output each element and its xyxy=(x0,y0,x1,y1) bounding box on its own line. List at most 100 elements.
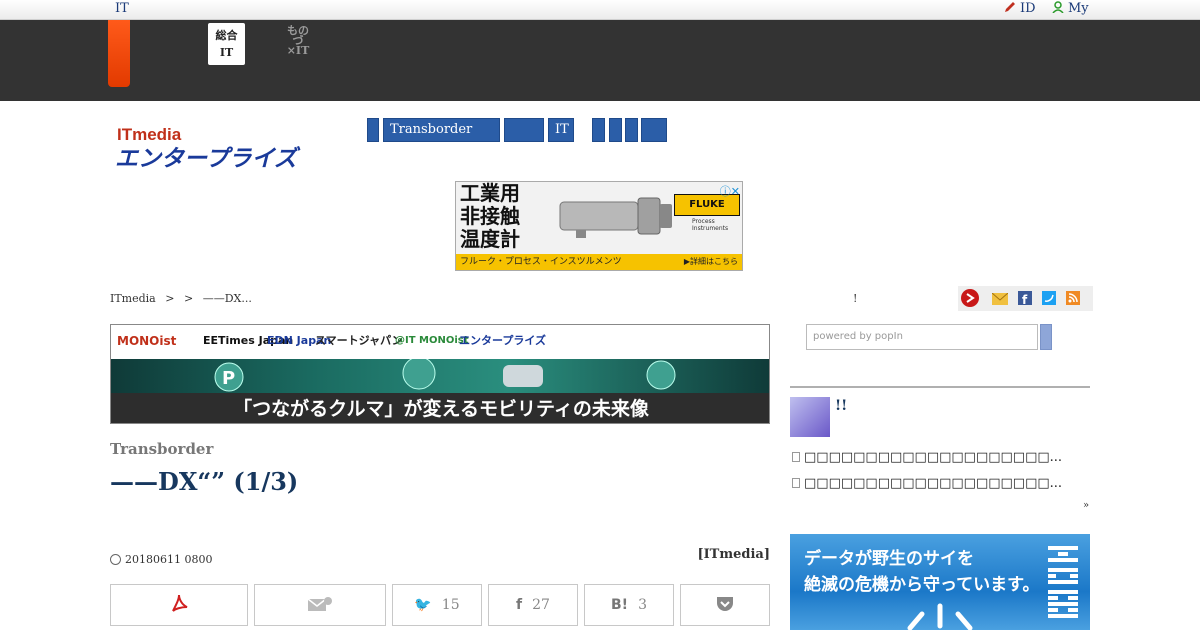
nav-item-5[interactable] xyxy=(592,118,605,142)
ad-banner-fluke[interactable]: 工業用 非接触 温度計 FLUKE Process Instruments ⓘ✕… xyxy=(455,181,743,271)
document-icon xyxy=(792,478,800,488)
pocket-button[interactable] xyxy=(680,584,770,626)
pub-atmark-it: @IT MONOist xyxy=(395,335,469,346)
publication-logos: MONOist EETimes Japan EDN Japan スマートジャパン… xyxy=(111,325,769,359)
mail-share-button[interactable] xyxy=(254,584,386,626)
ibm-ad-line2: 絶滅の危機から守っています。 xyxy=(804,575,1040,595)
my-link-label: My xyxy=(1068,1,1089,16)
facebook-follow-icon[interactable]: f xyxy=(1018,291,1032,305)
twitter-icon: 🐦 xyxy=(414,597,432,613)
twitter-share-button[interactable]: 🐦 15 xyxy=(392,584,482,626)
ad-more-button[interactable]: ▶詳細はこちら xyxy=(684,256,738,268)
newsletter-mail-icon xyxy=(790,397,830,437)
adchoice-icon[interactable]: ⓘ✕ xyxy=(720,183,740,199)
article-title: ——DX“” (1/3) xyxy=(110,467,299,496)
site-tab-sogo-line1: 総合 xyxy=(215,29,238,42)
hatena-bookmark-button[interactable]: B! 3 xyxy=(584,584,674,626)
site-tab-monozukuri-line2: ×IT xyxy=(286,44,310,57)
ad-heading: 工業用 非接触 温度計 xyxy=(460,182,520,251)
breadcrumb: ITmedia > > ——DX... xyxy=(110,292,258,305)
id-link[interactable]: ID xyxy=(1004,1,1036,16)
logo-enterprise-text: エンタープライズ xyxy=(115,145,301,170)
top-utility-bar: IT ID My xyxy=(0,0,1200,20)
pub-monoist: MONOist xyxy=(117,334,177,348)
breadcrumb-current: ——DX... xyxy=(202,292,252,305)
sidebar-more-link[interactable]: » xyxy=(1083,500,1089,511)
breadcrumb-home[interactable]: ITmedia xyxy=(110,292,156,305)
pocket-icon xyxy=(717,597,733,611)
hatena-count: 3 xyxy=(638,597,647,613)
pdf-button[interactable] xyxy=(110,584,248,626)
scene-graphic: P xyxy=(214,356,676,392)
sidebar-divider xyxy=(790,386,1090,388)
site-switcher-bar xyxy=(0,20,1200,101)
ad-heading-line3: 温度計 xyxy=(460,227,520,251)
ibm-ad-banner[interactable]: データが野生のサイを 絶滅の危機から守っています。 xyxy=(790,534,1090,630)
ibm-ad-line1: データが野生のサイを xyxy=(804,549,974,569)
fluke-sub-line1: Process xyxy=(692,218,715,225)
article-series-label[interactable]: Transborder xyxy=(110,440,213,458)
top-brand-link[interactable]: IT xyxy=(115,1,129,16)
svg-text:f: f xyxy=(1022,293,1028,305)
nav-item-it[interactable]: IT xyxy=(548,118,574,142)
facebook-count: 27 xyxy=(532,597,550,613)
site-tab-monozukuri-line1: ものづ xyxy=(287,24,309,47)
nav-item-3[interactable] xyxy=(504,118,544,142)
nav-item-6[interactable] xyxy=(609,118,622,142)
thermometer-device-image xyxy=(559,197,672,238)
sidebar-title: ! xyxy=(853,292,858,305)
pub-smartjapan: スマートジャパン xyxy=(315,334,403,347)
twitter-count: 15 xyxy=(441,597,460,613)
article-date-text: 20180611 0800 xyxy=(125,553,213,566)
facebook-share-button[interactable]: f 27 xyxy=(488,584,578,626)
play-arrow-icon[interactable] xyxy=(961,289,979,307)
my-link[interactable]: My xyxy=(1052,1,1089,16)
pdf-icon xyxy=(172,594,188,612)
id-link-label: ID xyxy=(1020,1,1036,16)
nav-item-7[interactable] xyxy=(625,118,638,142)
clock-icon xyxy=(110,554,121,565)
ad-heading-line1: 工業用 xyxy=(460,181,520,205)
ibm-logo xyxy=(1048,546,1078,618)
user-icon xyxy=(1052,1,1064,13)
sidebar-heading: !! xyxy=(835,398,848,414)
site-tab-sogo[interactable]: 総合 IT xyxy=(208,23,245,65)
nav-item-transborder[interactable]: Transborder xyxy=(383,118,500,142)
mail-follow-icon[interactable] xyxy=(992,293,1008,305)
nav-item-1[interactable] xyxy=(367,118,379,142)
article-date: 20180611 0800 xyxy=(110,553,212,566)
fluke-sub: Process Instruments xyxy=(692,218,728,232)
itmedia-enterprise-logo[interactable]: ITmedia エンタープライズ xyxy=(115,122,320,170)
pub-enterprise: エンタープライズ xyxy=(459,334,547,347)
svg-text:P: P xyxy=(222,368,235,389)
sidebar-search-button[interactable] xyxy=(1040,324,1052,350)
list-item[interactable]: □□□□□□□□□□□□□□□□□□□□... xyxy=(792,476,1090,502)
article-source: [ITmedia] xyxy=(697,547,770,562)
pencil-icon xyxy=(1005,2,1015,12)
twitter-follow-icon[interactable] xyxy=(1042,291,1056,305)
sunburst-graphic xyxy=(907,603,973,630)
connected-car-scene-image: P xyxy=(111,356,769,393)
sidebar-list: □□□□□□□□□□□□□□□□□□□□... □□□□□□□□□□□□□□□□… xyxy=(792,450,1090,502)
list-item[interactable]: □□□□□□□□□□□□□□□□□□□□... xyxy=(792,450,1090,476)
itmedia-red-tab[interactable] xyxy=(108,20,130,87)
hatena-icon: B! xyxy=(611,597,629,613)
rss-icon[interactable] xyxy=(1066,291,1080,305)
logo-itmedia-text: ITmedia xyxy=(117,125,182,144)
facebook-icon: f xyxy=(516,597,523,613)
list-item-text: □□□□□□□□□□□□□□□□□□□□... xyxy=(804,450,1063,465)
ad-heading-line2: 非接触 xyxy=(460,204,520,228)
fluke-sub-line2: Instruments xyxy=(692,225,729,232)
banner-caption: 「つながるクルマ」が変えるモビリティの未来像 xyxy=(111,393,769,423)
nav-item-8[interactable] xyxy=(641,118,667,142)
document-icon xyxy=(792,452,800,462)
mail-icon xyxy=(307,597,332,611)
site-tab-monozukuri[interactable]: ものづ ×IT xyxy=(283,24,313,57)
breadcrumb-sep: > xyxy=(165,292,175,305)
list-item-text: □□□□□□□□□□□□□□□□□□□□... xyxy=(804,476,1063,491)
mobility-banner[interactable]: MONOist EETimes Japan EDN Japan スマートジャパン… xyxy=(110,324,770,424)
sns-follow-bar: f xyxy=(958,286,1093,311)
sidebar-search-input[interactable]: powered by popIn xyxy=(806,324,1038,350)
top-user-links: ID My xyxy=(1000,1,1200,19)
site-tab-sogo-line2: IT xyxy=(219,46,234,59)
